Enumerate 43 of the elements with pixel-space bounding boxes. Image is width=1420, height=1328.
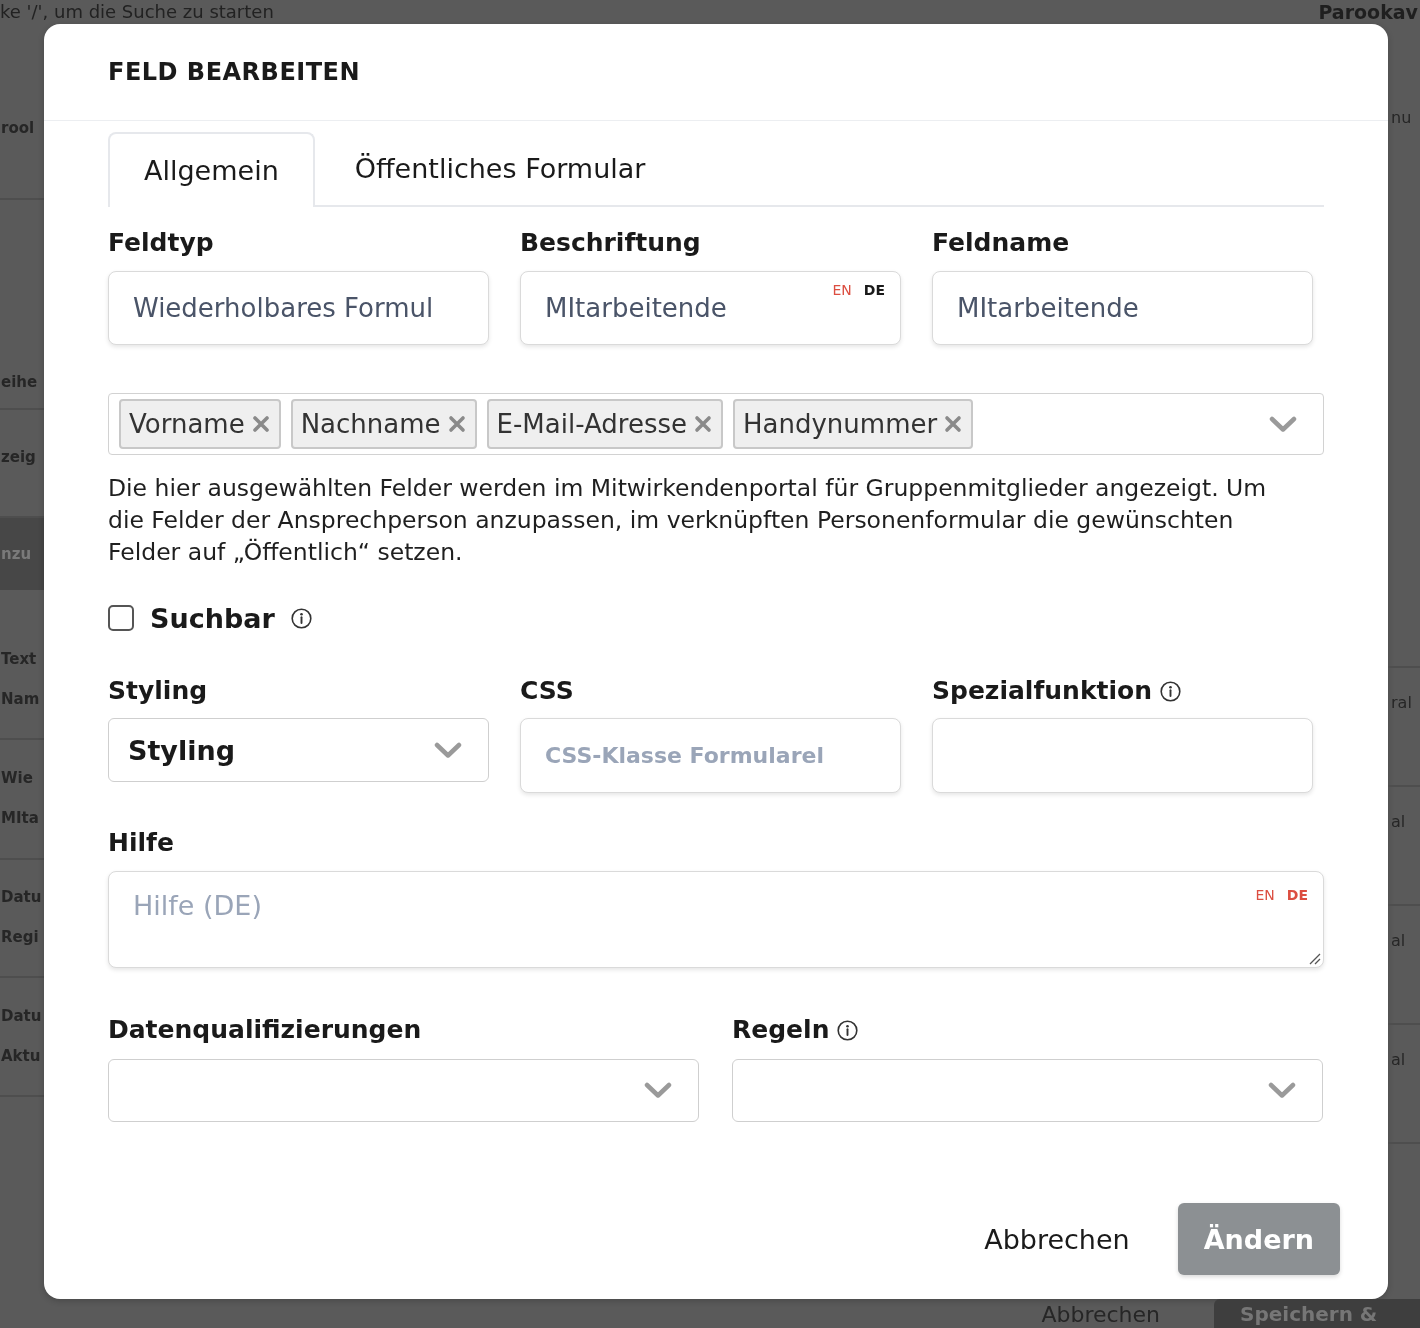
checkbox[interactable] bbox=[108, 605, 134, 631]
language-toggle[interactable]: EN bbox=[832, 280, 852, 300]
cancel-button[interactable]: Abbrechen bbox=[984, 1223, 1130, 1255]
tag-label: Nachname bbox=[300, 409, 441, 439]
field-label: Datenqualifizierungen bbox=[108, 1015, 422, 1045]
field-label: Styling bbox=[108, 676, 208, 706]
text-field[interactable]: MItarbeitende bbox=[932, 271, 1313, 345]
language-toggle[interactable]: DE bbox=[863, 280, 885, 300]
chevron-down-icon bbox=[644, 1082, 672, 1099]
field-label: Feldname bbox=[932, 228, 1070, 258]
field-label: Beschriftung bbox=[520, 228, 701, 258]
tag-label: Handynummer bbox=[743, 409, 938, 439]
tag-label: E-Mail-Adresse bbox=[496, 409, 687, 439]
tab[interactable]: Allgemein bbox=[108, 132, 315, 207]
search-hint-text: ke '/', um die Suche zu starten bbox=[0, 1, 274, 23]
resize-handle-icon[interactable] bbox=[1309, 953, 1321, 965]
chevron-down-icon bbox=[1268, 1082, 1296, 1099]
language-toggle[interactable]: DE bbox=[1286, 885, 1308, 905]
text-field[interactable] bbox=[932, 718, 1313, 793]
field-label: Regeln bbox=[732, 1015, 830, 1045]
dialog-title: FELD BEARBEITEN bbox=[108, 58, 361, 86]
tag-label: Vorname bbox=[129, 409, 245, 439]
field-label: Hilfe bbox=[108, 828, 174, 858]
language-toggle[interactable]: EN bbox=[1255, 885, 1275, 905]
remove-icon[interactable] bbox=[943, 414, 964, 434]
remove-icon[interactable] bbox=[693, 414, 713, 434]
multi-select-field[interactable]: Vorname Nachname E-Mail-Adresse Handynummer bbox=[108, 393, 1324, 455]
remove-icon[interactable] bbox=[250, 414, 271, 434]
checkbox-label: Suchbar bbox=[150, 602, 275, 634]
field-label: CSS bbox=[520, 676, 574, 706]
hint-text: Die hier ausgewählten Felder werden im Mitwirkendenportal für Gruppenmitglieder angezeigt. Um die Felder der Ansprechperson anzupassen, im verknüpften Personenformular die gewünschten Felder auf „Öffentlich“ setzen. bbox=[108, 473, 1268, 568]
remove-icon[interactable] bbox=[446, 414, 467, 434]
field-label: Spezialfunktion bbox=[932, 676, 1152, 706]
brand-text: Parookav bbox=[1318, 1, 1418, 23]
text-field[interactable]: CSS-Klasse Formularel bbox=[520, 718, 901, 793]
select-field[interactable] bbox=[732, 1059, 1323, 1122]
select-field[interactable]: Styling bbox=[108, 718, 489, 782]
chevron-down-icon bbox=[1269, 415, 1297, 433]
tab[interactable]: Öffentliches Formular bbox=[314, 132, 686, 202]
text-field[interactable]: Wiederholbares Formul bbox=[108, 271, 489, 345]
select-field[interactable] bbox=[108, 1059, 699, 1122]
chevron-down-icon bbox=[434, 741, 462, 759]
field-label: Feldtyp bbox=[108, 228, 214, 258]
